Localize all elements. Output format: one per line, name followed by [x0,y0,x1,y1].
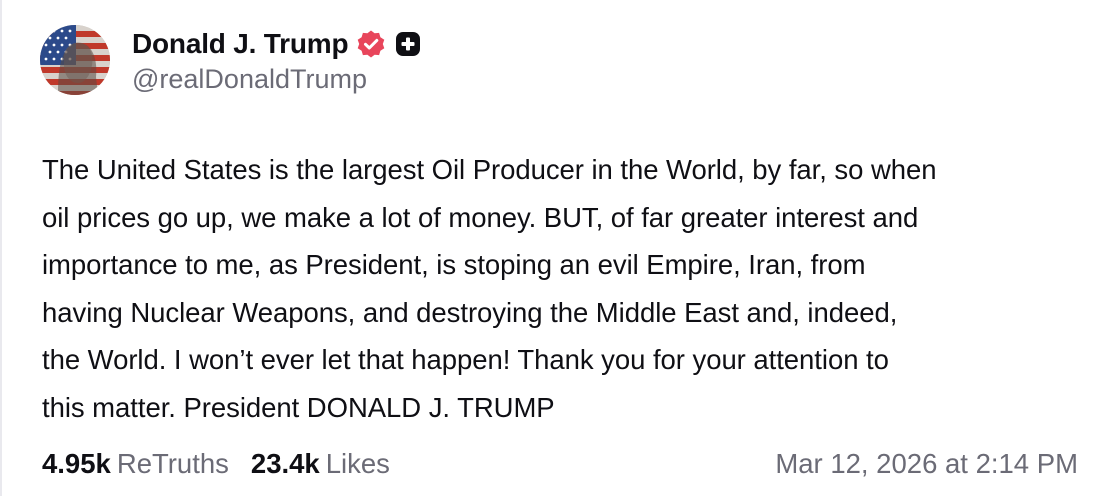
retruths-count: 4.95k [42,448,111,479]
retruths-label: ReTruths [116,448,229,479]
post-text-line: oil prices go up, we make a lot of money… [42,201,919,233]
name-row: Donald J. Trump [132,26,421,62]
likes-count: 23.4k [250,448,320,479]
author-handle[interactable]: @realDonaldTrump [132,64,421,95]
author-names: Donald J. Trump @realDonaldTrump [132,26,421,95]
post-text: The United States is the largest Oil Pro… [42,146,1088,431]
truth-post: Donald J. Trump @realDonaldTrump The Uni… [0,0,1096,496]
post-timestamp[interactable]: Mar 12, 2026 at 2:14 PM [775,448,1078,480]
post-header: Donald J. Trump @realDonaldTrump [40,24,421,96]
post-text-line: this matter. President DONALD J. TRUMP [42,391,555,423]
post-text-line: the World. I won’t ever let that happen!… [42,344,889,375]
post-text-line: having Nuclear Weapons, and destroying t… [42,296,898,328]
post-footer: 4.95k ReTruths 23.4k Likes Mar 12, 2026 … [42,444,1078,484]
plus-badge-icon [396,31,421,56]
likes-stat[interactable]: 23.4k Likes [251,448,390,480]
display-name[interactable]: Donald J. Trump [132,28,349,60]
post-text-line: The United States is the largest Oil Pro… [42,154,937,185]
post-text-line: importance to me, as President, is stopi… [42,249,866,280]
retruths-stat[interactable]: 4.95k ReTruths [42,448,229,480]
avatar-flag-portrait-icon [40,25,110,95]
verified-badge-icon [358,30,385,57]
avatar[interactable] [40,25,110,95]
likes-label: Likes [325,448,390,479]
